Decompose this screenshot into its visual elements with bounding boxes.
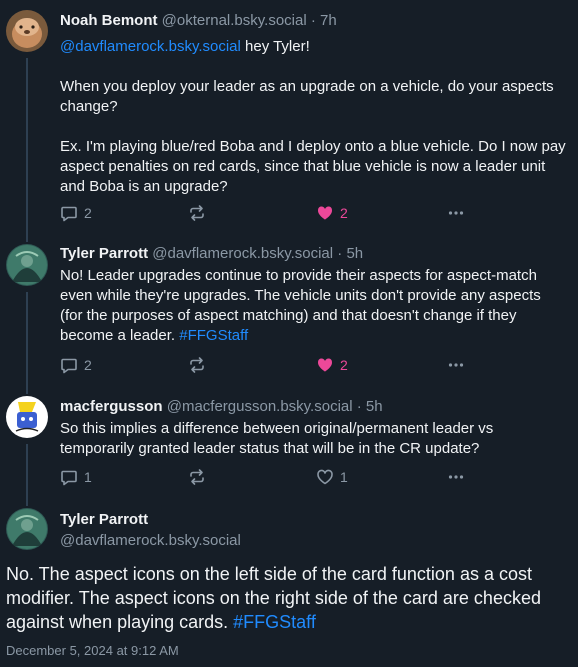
avatar[interactable] — [6, 10, 48, 52]
reply-count: 1 — [84, 469, 92, 485]
heart-icon — [316, 468, 334, 486]
thread-line-top — [26, 494, 28, 506]
more-button[interactable] — [447, 204, 465, 222]
post-macfergusson[interactable]: macfergusson @macfergusson.bsky.social ·… — [0, 382, 578, 494]
separator: · — [333, 245, 347, 262]
post-actions: 2 2 — [60, 204, 480, 222]
hashtag-link[interactable]: #FFGStaff — [233, 612, 316, 632]
author-name[interactable]: Noah Bemont — [60, 12, 158, 29]
like-count: 2 — [340, 205, 348, 221]
focus-post-text: No. The aspect icons on the left side of… — [6, 562, 566, 634]
repost-button[interactable] — [188, 356, 206, 374]
heart-filled-icon — [316, 356, 334, 374]
reply-icon — [60, 468, 78, 486]
thread-line-top — [26, 236, 28, 242]
reply-icon — [60, 204, 78, 222]
thread-line — [26, 292, 28, 382]
more-icon — [447, 468, 465, 486]
thread-line-top — [26, 382, 28, 394]
reply-button[interactable]: 2 — [60, 356, 92, 374]
avatar[interactable] — [6, 396, 48, 438]
post-header: macfergusson @macfergusson.bsky.social ·… — [60, 397, 566, 416]
more-button[interactable] — [447, 356, 465, 374]
reply-button[interactable]: 1 — [60, 468, 92, 486]
thread-line — [26, 58, 28, 236]
reply-count: 2 — [84, 357, 92, 373]
hashtag-link[interactable]: #FFGStaff — [179, 327, 248, 344]
focus-avatar[interactable] — [6, 508, 48, 550]
post-text-para3: Ex. I'm playing blue/red Boba and I depl… — [60, 138, 566, 195]
focus-author-name[interactable]: Tyler Parrott — [60, 510, 241, 529]
author-handle[interactable]: @davflamerock.bsky.social — [152, 245, 333, 262]
post-text: @davflamerock.bsky.social hey Tyler! Whe… — [60, 37, 566, 197]
reply-count: 2 — [84, 205, 92, 221]
heart-filled-icon — [316, 204, 334, 222]
author-name[interactable]: macfergusson — [60, 398, 163, 415]
repost-button[interactable] — [188, 204, 206, 222]
post-text-body: No! Leader upgrades continue to provide … — [60, 267, 541, 344]
mention-link[interactable]: @davflamerock.bsky.social — [60, 38, 241, 55]
post-text-para2: When you deploy your leader as an upgrad… — [60, 78, 554, 115]
post-text-line1: hey Tyler! — [240, 38, 310, 55]
avatar[interactable] — [6, 244, 48, 286]
post-header: Tyler Parrott @davflamerock.bsky.social … — [60, 244, 566, 263]
post-noah-bemont[interactable]: Noah Bemont @okternal.bsky.social · 7h @… — [0, 0, 578, 236]
separator: · — [306, 12, 321, 29]
post-text: So this implies a difference between ori… — [60, 420, 494, 457]
focus-author-handle[interactable]: @davflamerock.bsky.social — [60, 531, 241, 550]
reply-icon — [60, 356, 78, 374]
author-name[interactable]: Tyler Parrott — [60, 245, 148, 262]
repost-icon — [188, 356, 206, 374]
like-button[interactable]: 2 — [316, 356, 348, 374]
author-handle[interactable]: @okternal.bsky.social — [162, 12, 307, 29]
like-count: 2 — [340, 357, 348, 373]
repost-icon — [188, 468, 206, 486]
post-date[interactable]: December 5, 2024 at 9:12 AM — [6, 643, 179, 658]
post-actions: 1 1 — [60, 468, 480, 486]
thread-line — [26, 444, 28, 494]
more-icon — [447, 204, 465, 222]
more-button[interactable] — [447, 468, 465, 486]
more-icon — [447, 356, 465, 374]
repost-button[interactable] — [188, 468, 206, 486]
repost-icon — [188, 204, 206, 222]
like-button[interactable]: 2 — [316, 204, 348, 222]
post-text: No! Leader upgrades continue to provide … — [60, 266, 566, 346]
post-actions: 2 2 — [60, 356, 480, 374]
author-handle[interactable]: @macfergusson.bsky.social — [167, 398, 353, 415]
post-time[interactable]: 5h — [346, 245, 363, 262]
like-count: 1 — [340, 469, 348, 485]
post-time[interactable]: 7h — [320, 12, 337, 29]
post-header: Noah Bemont @okternal.bsky.social · 7h — [60, 11, 566, 30]
post-time[interactable]: 5h — [366, 398, 383, 415]
separator: · — [352, 398, 366, 415]
reply-button[interactable]: 2 — [60, 204, 92, 222]
like-button[interactable]: 1 — [316, 468, 348, 486]
post-tyler-parrott-reply[interactable]: Tyler Parrott @davflamerock.bsky.social … — [0, 236, 578, 382]
